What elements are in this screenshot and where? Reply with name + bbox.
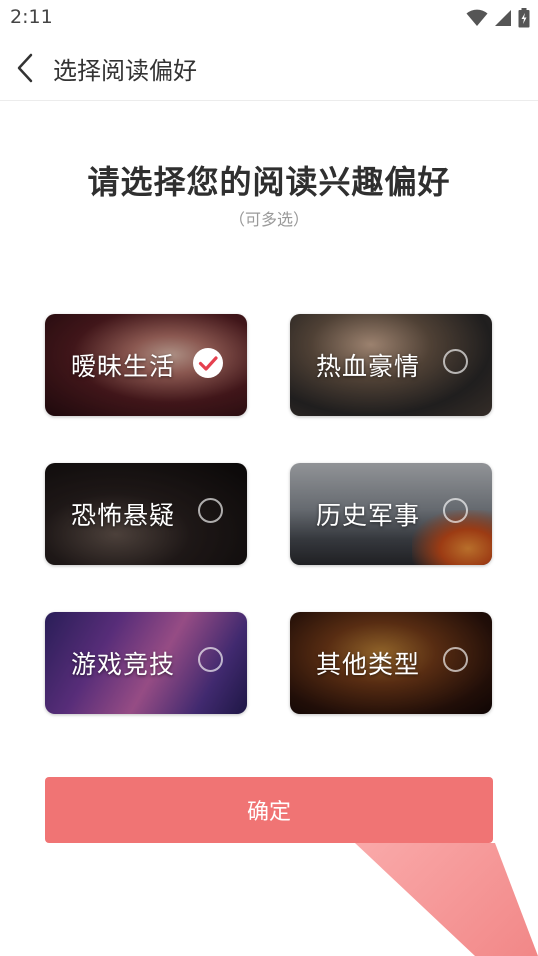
- radio-unchecked-icon[interactable]: [198, 498, 223, 523]
- nav-title: 选择阅读偏好: [53, 57, 197, 85]
- page-title: 请选择您的阅读兴趣偏好: [87, 163, 451, 201]
- radio-unchecked-icon[interactable]: [443, 349, 468, 374]
- back-button[interactable]: [10, 50, 44, 86]
- chevron-left-icon: [17, 53, 33, 83]
- category-label: 游戏竞技: [71, 650, 176, 679]
- category-card-horror[interactable]: 恐怖悬疑: [45, 463, 247, 565]
- status-time: 2:11: [10, 6, 53, 28]
- category-label: 其他类型: [316, 650, 421, 679]
- signal-icon: [495, 10, 511, 26]
- category-card-romance[interactable]: 暧昧生活: [45, 314, 247, 416]
- category-card-other[interactable]: 其他类型: [290, 612, 492, 714]
- category-label: 历史军事: [316, 501, 421, 530]
- category-label: 恐怖悬疑: [71, 501, 176, 530]
- corner-decoration: [355, 843, 538, 956]
- radio-unchecked-icon[interactable]: [443, 647, 468, 672]
- nav-bar: 选择阅读偏好: [0, 36, 538, 101]
- battery-icon: [518, 8, 530, 28]
- category-card-history[interactable]: 历史军事: [290, 463, 492, 565]
- category-label: 暧昧生活: [71, 352, 176, 381]
- radio-unchecked-icon[interactable]: [443, 498, 468, 523]
- checkmark-icon[interactable]: [193, 348, 223, 378]
- confirm-button[interactable]: 确定: [45, 777, 493, 843]
- category-card-heroic[interactable]: 热血豪情: [290, 314, 492, 416]
- status-icons: [466, 8, 530, 28]
- category-card-gaming[interactable]: 游戏竞技: [45, 612, 247, 714]
- category-label: 热血豪情: [316, 352, 421, 381]
- status-bar: 2:11: [0, 0, 538, 36]
- radio-unchecked-icon[interactable]: [198, 647, 223, 672]
- wifi-icon: [466, 9, 488, 26]
- page-subtitle: （可多选）: [228, 210, 309, 229]
